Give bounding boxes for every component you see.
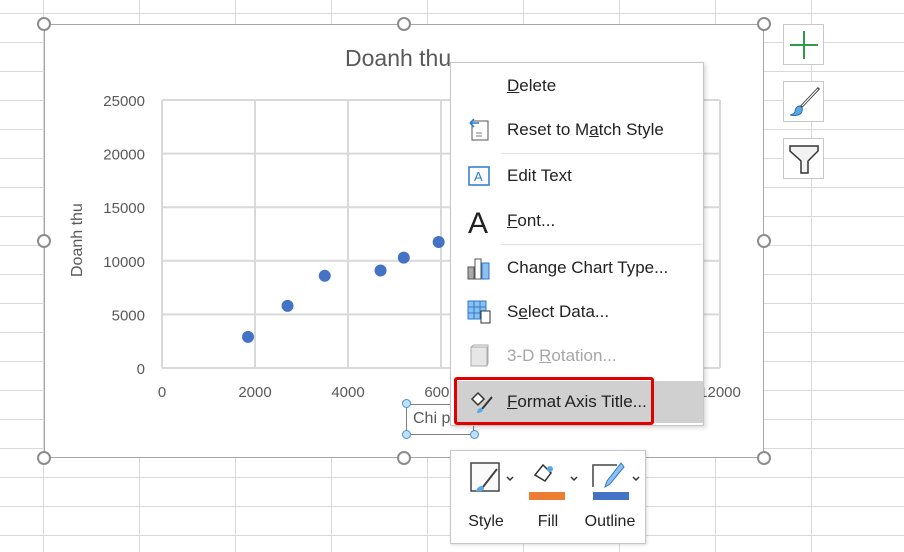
fill-bucket-icon [529, 463, 578, 500]
brush-icon [789, 86, 820, 116]
menu-item-font[interactable]: A Font... [451, 200, 703, 242]
data-point [432, 236, 445, 249]
plus-icon [789, 30, 818, 59]
menu-label: Reset to Match Style [507, 120, 664, 139]
menu-label: Change Chart Type... [507, 258, 669, 277]
reset-style-icon [469, 118, 489, 141]
select-data-icon [467, 300, 491, 324]
outline-button[interactable]: Outline [579, 457, 641, 530]
font-icon: A [468, 207, 488, 236]
svg-text:A: A [468, 207, 488, 236]
edit-text-icon: A [468, 166, 490, 186]
chart-filters-button[interactable] [783, 138, 824, 179]
resize-handle[interactable] [37, 17, 51, 31]
menu-label: Font... [507, 211, 556, 230]
x-tick-label: 0 [158, 384, 166, 401]
y-tick-label: 25000 [103, 93, 145, 110]
menu-separator [501, 153, 703, 154]
x-tick-label: 4000 [331, 384, 364, 401]
highlight-box [454, 377, 654, 425]
y-tick-label: 20000 [103, 147, 145, 164]
axis-title-handle[interactable] [402, 399, 411, 408]
resize-handle[interactable] [757, 451, 771, 465]
style-icon [470, 462, 514, 492]
menu-label: Select Data... [507, 302, 610, 321]
menu-label: 3-D Rotation... [507, 346, 617, 365]
style-label: Style [468, 513, 504, 530]
y-tick-label: 5000 [112, 307, 145, 324]
chart-elements-button[interactable] [783, 24, 824, 65]
outline-pen-icon [592, 462, 640, 500]
resize-handle[interactable] [37, 451, 51, 465]
mini-toolbar: Style Fill Outline [450, 450, 646, 544]
filter-icon [788, 144, 819, 174]
chart-type-icon [467, 258, 490, 280]
outline-label: Outline [584, 513, 636, 530]
data-point [242, 330, 255, 343]
menu-label: Delete [507, 76, 557, 95]
menu-item-delete[interactable]: Delete [451, 65, 703, 107]
menu-label: Edit Text [507, 166, 572, 185]
y-tick-label: 15000 [103, 200, 145, 217]
chart-styles-button[interactable] [783, 81, 824, 122]
data-point [318, 269, 331, 282]
data-point [281, 299, 294, 312]
resize-handle[interactable] [397, 17, 411, 31]
resize-handle[interactable] [757, 234, 771, 248]
y-axis-title[interactable]: Doanh thu [69, 203, 87, 277]
resize-handle[interactable] [397, 451, 411, 465]
data-point [374, 264, 387, 277]
menu-item-edit-text[interactable]: A Edit Text [451, 155, 703, 197]
axis-title-handle[interactable] [402, 430, 411, 439]
axis-title-handle[interactable] [470, 430, 479, 439]
menu-separator [501, 244, 703, 245]
menu-item-select-data[interactable]: Select Data... [451, 291, 703, 333]
rotation-3d-icon [470, 344, 489, 367]
menu-item-reset-style[interactable]: Reset to Match Style [451, 109, 703, 151]
data-point [397, 251, 410, 264]
resize-handle[interactable] [757, 17, 771, 31]
y-tick-label: 10000 [103, 254, 145, 271]
y-tick-label: 0 [137, 361, 145, 378]
context-menu: Delete Reset to Match Style A Edit Text A… [450, 62, 704, 426]
x-tick-label: 2000 [238, 384, 271, 401]
fill-button[interactable]: Fill [517, 457, 579, 530]
style-button[interactable]: Style [455, 457, 517, 530]
x-tick-label: 12000 [699, 384, 741, 401]
resize-handle[interactable] [37, 234, 51, 248]
menu-item-3d-rotation: 3-D Rotation... [451, 335, 703, 377]
svg-text:A: A [474, 169, 483, 184]
fill-label: Fill [537, 513, 559, 530]
menu-item-change-chart-type[interactable]: Change Chart Type... [451, 247, 703, 289]
